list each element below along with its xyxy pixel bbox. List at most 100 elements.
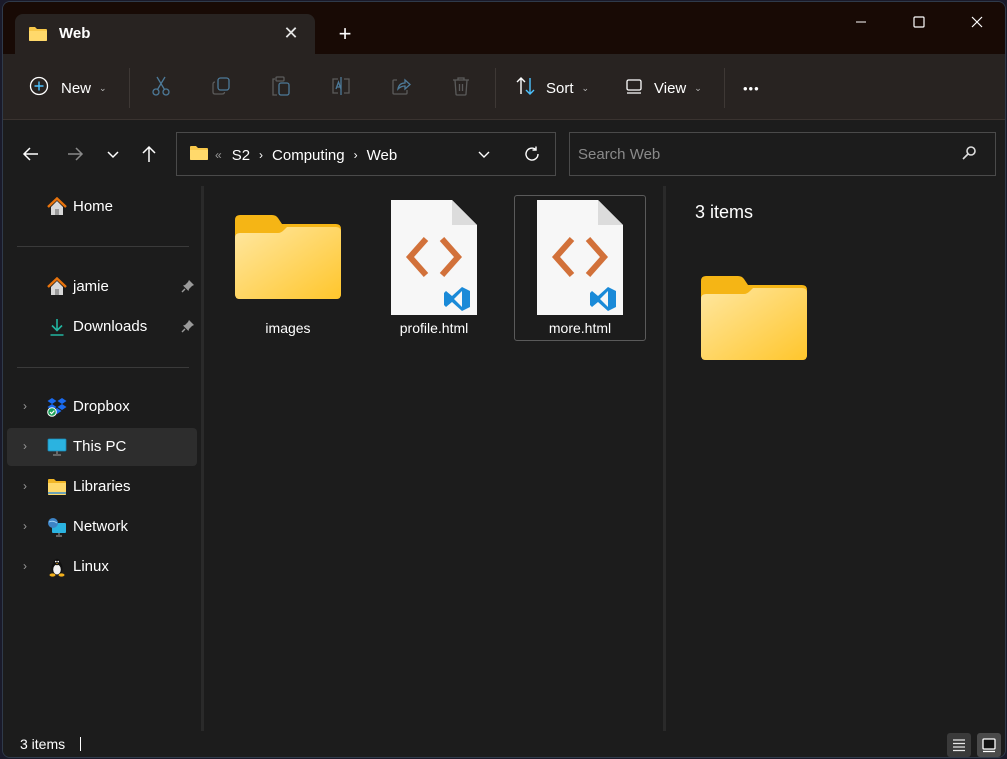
up-button[interactable] [135,140,163,168]
tab-title: Web [59,25,91,42]
new-label: New [61,79,92,97]
delete-button[interactable] [450,72,472,104]
plus-circle-icon [29,76,49,100]
expand-chevron-icon[interactable]: › [23,479,27,493]
recent-locations-button[interactable] [99,140,127,168]
html-file-icon [536,199,624,319]
close-tab-icon[interactable]: ✕ [281,23,301,43]
sidebar-item-label: Linux [73,558,109,575]
breadcrumb-web[interactable]: Web [367,147,398,164]
new-tab-button[interactable]: + [333,22,357,46]
expand-chevron-icon[interactable]: › [23,519,27,533]
sidebar-item-label: Dropbox [73,398,130,415]
sidebar-item-this-pc[interactable]: › This PC [7,428,197,466]
expand-chevron-icon[interactable]: › [23,399,27,413]
sidebar-item-label: Downloads [73,318,148,335]
cut-button[interactable] [150,72,172,104]
chevron-down-icon: ⌄ [99,82,107,93]
paste-button[interactable] [270,72,292,104]
scissors-icon [150,75,172,101]
sidebar-item-label: Home [73,198,114,215]
sidebar-item-network[interactable]: › Network [7,508,197,546]
chevron-down-icon: ⌄ [581,82,590,93]
view-label: View [654,79,687,97]
file-item-images[interactable]: images [222,195,354,341]
address-bar[interactable]: « S2 › Computing › Web [176,132,556,176]
navigation-pane: Home jamie Downloads › Dropbox › This PC… [3,186,201,731]
address-history-dropdown[interactable] [477,147,491,164]
toolbar-divider [495,68,496,108]
view-button[interactable]: View ⌄ [624,72,702,104]
sidebar-item-libraries[interactable]: › Libraries [7,468,197,506]
file-list: images profile.html more.html [205,186,663,731]
pin-icon[interactable] [181,319,195,337]
breadcrumb-computing[interactable]: Computing [272,147,345,164]
status-item-count: 3 items [20,736,66,752]
tab-web[interactable]: Web ✕ [15,14,315,54]
folder-icon [47,477,67,497]
search-box [569,132,996,176]
file-name: images [265,320,311,336]
toolbar-divider [129,68,130,108]
status-bar: 3 items [3,731,1005,757]
status-divider [80,737,81,751]
large-icons-view-button[interactable] [977,733,1001,757]
sidebar-divider [17,246,189,247]
minimize-button[interactable] [841,10,881,34]
sidebar-item-label: Libraries [73,478,131,495]
sidebar-item-label: jamie [73,278,109,295]
toolbar-divider [724,68,725,108]
share-button[interactable] [390,72,412,104]
sidebar-item-jamie[interactable]: jamie [7,268,197,306]
clipboard-icon [270,75,292,101]
rename-button[interactable] [330,72,352,104]
file-name: profile.html [399,320,469,336]
command-bar: New ⌄ Sort ⌄ View ⌄ ••• [3,54,1005,120]
new-button[interactable]: New ⌄ [29,72,107,104]
breadcrumb-s2[interactable]: S2 [232,147,250,164]
close-window-button[interactable] [957,10,997,34]
monitor-icon [47,437,67,457]
sidebar-item-dropbox[interactable]: › Dropbox [7,388,197,426]
forward-button[interactable] [61,140,89,168]
linux-penguin-icon [47,557,67,577]
sidebar-item-downloads[interactable]: Downloads [7,308,197,346]
file-item-profile-html[interactable]: profile.html [368,195,500,341]
home-icon [47,196,67,217]
sort-button[interactable]: Sort ⌄ [515,72,589,104]
copy-button[interactable] [210,72,232,104]
sidebar-item-linux[interactable]: › Linux [7,548,197,586]
file-name: more.html [548,320,612,336]
dropbox-icon [47,397,67,417]
details-splitter[interactable] [663,186,666,731]
pane-splitter[interactable] [201,186,204,731]
view-icon [624,76,644,100]
more-options-button[interactable]: ••• [743,72,760,104]
download-icon [47,317,67,337]
chevron-right-icon: › [259,148,264,162]
sidebar-item-label: This PC [73,438,127,455]
home-icon [47,276,67,297]
back-button[interactable] [17,140,45,168]
sidebar-item-home[interactable]: Home [7,188,197,226]
expand-chevron-icon[interactable]: › [23,439,27,453]
sort-label: Sort [546,79,574,97]
folder-icon [189,145,209,165]
html-file-icon [390,199,478,319]
file-item-more-html[interactable]: more.html [514,195,646,341]
pin-icon[interactable] [181,279,195,297]
search-icon[interactable] [961,145,977,164]
search-input[interactable] [578,143,948,165]
folder-preview-icon [700,275,808,364]
sidebar-divider [17,367,189,368]
share-icon [390,75,412,101]
copy-icon [210,75,232,101]
refresh-icon[interactable] [523,145,541,166]
details-view-button[interactable] [947,733,971,757]
details-item-count: 3 items [695,202,754,222]
expand-chevron-icon[interactable]: › [23,559,27,573]
file-explorer-window: Web ✕ + New ⌄ Sort ⌄ View ⌄ ••• « S2 › C… [2,1,1006,758]
sidebar-item-label: Network [73,518,129,535]
maximize-button[interactable] [899,10,939,34]
breadcrumb-overflow[interactable]: « [215,148,222,162]
